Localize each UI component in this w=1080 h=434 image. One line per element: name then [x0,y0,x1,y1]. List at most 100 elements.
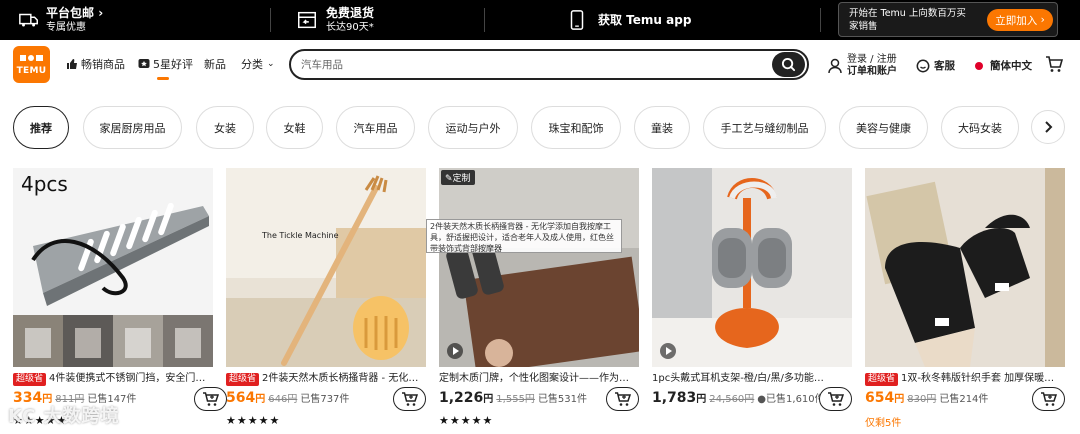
nav-new-label: 新品 [204,58,226,71]
category-label: 女鞋 [283,121,306,135]
category-label: 家居厨房用品 [99,121,166,135]
product-title[interactable]: 1pc头戴式耳机支架-橙/白/黑/多功能… [652,372,852,386]
category-beauty-health[interactable]: 美容与健康 [839,106,928,149]
category-plus-size[interactable]: 大码女装 [941,106,1019,149]
phone-icon [570,10,584,30]
category-label: 童装 [651,121,673,135]
category-label: 美容与健康 [856,121,911,135]
headphone-stand-illustration [652,168,852,367]
category-label: 手工艺与缝纫制品 [720,121,809,135]
product-title[interactable]: 定制木质门牌，个性化图案设计——作为… [439,372,639,386]
category-sports-outdoors[interactable]: 运动与户外 [428,106,518,149]
category-label: 大码女装 [958,121,1002,135]
shipping-subtitle: 专属优惠 [46,22,86,33]
category-womens-clothing[interactable]: 女装 [196,106,254,149]
divider [820,8,821,32]
cart-plus-icon [614,391,631,406]
video-play-icon[interactable] [447,343,463,359]
return-box-icon [298,11,316,29]
product-title[interactable]: 超级省 2件装天然木质长柄搔背器 - 无化… [226,372,426,386]
search-icon [781,57,796,72]
category-home-kitchen[interactable]: 家居厨房用品 [83,106,182,149]
product-title-text: 2件装天然木质长柄搔背器 - 无化… [262,373,419,384]
star-badge-icon [138,59,150,68]
category-auto[interactable]: 汽车用品 [336,106,415,149]
door-stopper-illustration [13,168,213,367]
product-card[interactable]: 4pcs 超级省 4件装便携式不锈钢门挡，安全门… 334円 811円 已售147… [13,168,227,434]
free-returns-promo[interactable]: 免费退货 长达90天* [296,0,374,40]
cart-button[interactable] [1045,56,1063,73]
product-title[interactable]: 超级省 1双-秋冬韩版针织手套 加厚保暖… [865,372,1065,386]
free-shipping-promo[interactable]: 平台包邮 › 专属优惠 [18,0,103,40]
shopping-cart-icon [1046,56,1063,72]
nav-bestsellers[interactable]: 畅销商品 [66,56,125,72]
category-label: 珠宝和配饰 [548,121,604,135]
temu-logo[interactable]: TEMU [13,46,50,83]
add-to-cart-button[interactable] [194,387,227,411]
product-image[interactable]: 4pcs [13,168,213,367]
product-card[interactable]: 1pc头戴式耳机支架-橙/白/黑/多功能… 1,783円 24,560円 ●已售… [652,168,852,434]
user-icon [828,58,842,74]
product-image[interactable]: ✎定制 [439,168,639,367]
sold-count: 已售737件 [300,394,350,405]
add-to-cart-button[interactable] [606,387,639,411]
japan-flag-icon [975,61,983,70]
add-to-cart-button[interactable] [393,387,426,411]
cart-plus-icon [401,391,418,406]
search-button[interactable] [772,52,805,77]
get-app-promo[interactable]: 获取 Temu app [566,0,691,40]
category-crafts-sewing[interactable]: 手工艺与缝纫制品 [703,106,826,149]
promo-bar: 平台包邮 › 专属优惠 免费退货 长达90天* 获取 Temu app 开始在 … [0,0,1080,40]
language-selector[interactable]: 簡体中文 [974,58,1032,73]
nav-five-star[interactable]: 5星好评 [138,56,193,72]
product-image-text: 4pcs [21,172,68,196]
category-jewelry[interactable]: 珠宝和配饰 [531,106,621,149]
original-price: 24,560円 [709,394,755,405]
super-saver-badge: 超级省 [865,373,899,386]
product-price: 654円 [865,390,905,406]
category-label: 女装 [214,121,236,135]
search-input[interactable] [301,56,761,74]
orders-account-label: 订单和账户 [847,66,897,77]
divider [484,8,485,32]
seller-promo-card: 开始在 Temu 上向数百万买家销售 立即加入 › [838,2,1058,37]
category-label: 推荐 [30,121,52,135]
cart-plus-icon [827,391,844,406]
category-kids[interactable]: 童装 [634,106,690,149]
cart-plus-icon [1040,391,1057,406]
product-title[interactable]: 超级省 4件装便携式不锈钢门挡，安全门… [13,372,213,386]
super-saver-badge: 超级省 [13,373,47,386]
add-to-cart-button[interactable] [1032,387,1065,411]
category-recommended[interactable]: 推荐 [13,106,69,149]
product-card[interactable]: 超级省 1双-秋冬韩版针织手套 加厚保暖… 654円 830円 已售214件 仅剩… [865,168,1065,434]
add-to-cart-button[interactable] [819,387,852,411]
product-image[interactable] [865,168,1065,367]
join-now-label: 立即加入 [995,14,1038,27]
nav-categories[interactable]: 分类 ⌄ [241,56,275,72]
back-scratcher-illustration [226,168,426,367]
product-image[interactable] [652,168,852,367]
returns-title: 免费退货 [326,6,375,20]
knit-gloves-illustration [865,168,1065,367]
star-rating: ★★★★★ [439,414,494,427]
product-title-text: 1pc头戴式耳机支架-橙/白/黑/多功能… [652,373,824,384]
category-next-button[interactable] [1031,110,1065,144]
sold-count: 已售214件 [939,394,989,405]
chevron-right-icon [1045,121,1053,133]
price-row: 654円 830円 已售214件 [865,390,988,408]
product-card[interactable]: ✎定制 定制木质门牌，个性化图案设计——作为… 1,226円 1,555円 已售… [439,168,639,434]
customer-service[interactable]: 客服 [916,58,955,73]
category-womens-shoes[interactable]: 女鞋 [266,106,323,149]
product-card[interactable]: The Tickle Machine 超级省 2件装天然木质长柄搔背器 - 无化…… [226,168,426,434]
original-price: 830円 [907,394,937,405]
nav-new[interactable]: 新品 [204,56,226,72]
sold-count: 已售531件 [537,394,588,405]
divider [270,8,271,32]
product-image[interactable]: The Tickle Machine [226,168,426,367]
get-app-label: 获取 Temu app [598,12,692,27]
account-menu[interactable]: 登录 / 注册 订单和账户 [828,54,897,78]
search-bar [289,49,809,80]
join-now-button[interactable]: 立即加入 › [987,9,1053,31]
video-play-icon[interactable] [660,343,676,359]
chevron-right-icon: › [98,6,104,20]
